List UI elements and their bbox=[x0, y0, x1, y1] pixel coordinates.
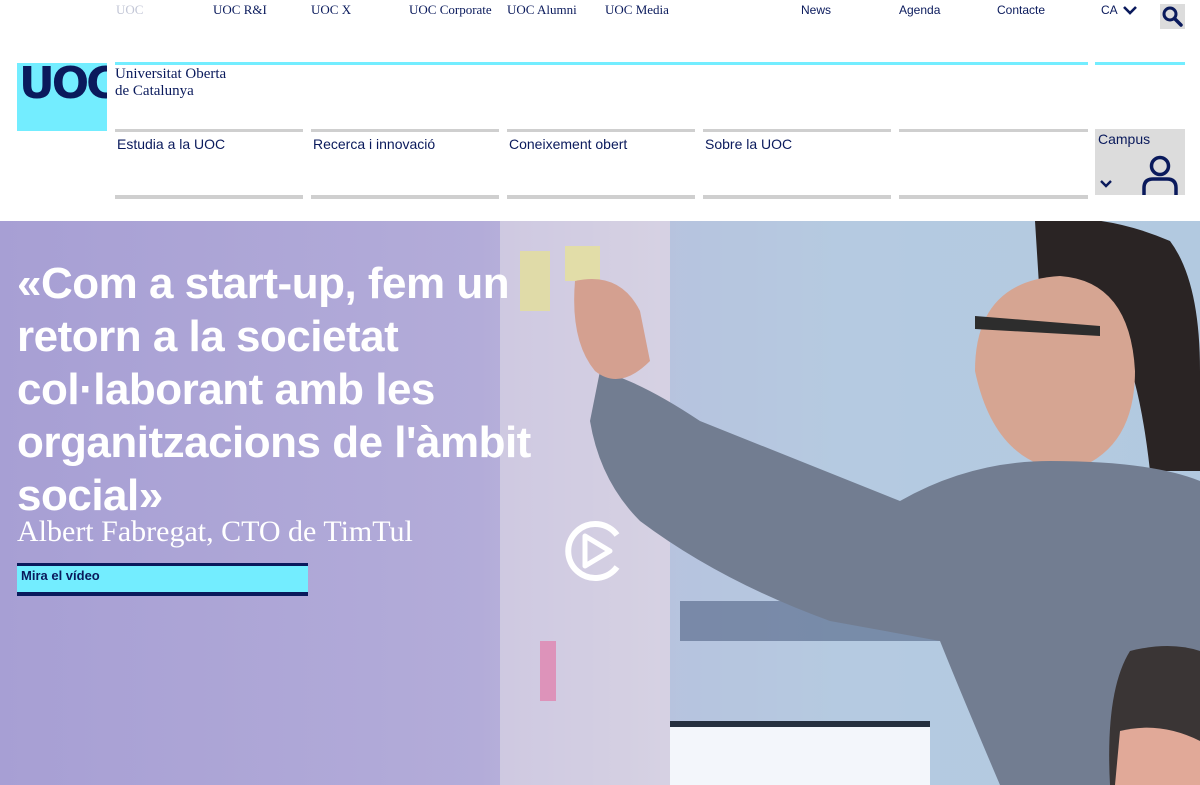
top-link-uoc[interactable]: UOC bbox=[116, 2, 143, 18]
search-icon bbox=[1162, 6, 1183, 27]
chevron-down-icon bbox=[1100, 180, 1112, 188]
top-link-uoc-alumni[interactable]: UOC Alumni bbox=[507, 2, 577, 18]
nav-tab-label: Recerca i innovació bbox=[313, 136, 436, 152]
top-link-news[interactable]: News bbox=[801, 3, 831, 17]
nav-tab-label: Sobre la UOC bbox=[705, 136, 793, 152]
hero-author: Albert Fabregat, CTO de TimTul bbox=[17, 515, 413, 548]
hero-quote: «Com a start-up, fem un retorn a la soci… bbox=[17, 259, 531, 520]
campus-label: Campus bbox=[1098, 131, 1151, 147]
top-link-uoc-media[interactable]: UOC Media bbox=[605, 2, 669, 18]
nav-tab-label: Estudia a la UOC bbox=[117, 136, 226, 152]
language-label: CA bbox=[1101, 3, 1118, 17]
university-name: Universitat Oberta de Catalunya bbox=[115, 66, 226, 100]
nav-tab-coneixement[interactable]: Coneixement obert bbox=[507, 129, 695, 199]
watch-video-button[interactable]: Mira el vídeo bbox=[17, 563, 308, 596]
top-link-contacte[interactable]: Contacte bbox=[997, 3, 1045, 17]
chevron-down-icon bbox=[1122, 6, 1137, 15]
top-link-uoc-corporate[interactable]: UOC Corporate bbox=[409, 2, 492, 18]
uoc-logo[interactable]: UOC bbox=[17, 63, 107, 131]
nav-tab-recerca[interactable]: Recerca i innovació bbox=[311, 129, 499, 199]
uoc-logo-mark: UOC bbox=[19, 63, 107, 109]
user-icon bbox=[1142, 155, 1178, 195]
campus-button[interactable]: Campus bbox=[1095, 129, 1185, 195]
header-accent-line-right bbox=[1095, 62, 1185, 65]
top-link-uoc-x[interactable]: UOC X bbox=[311, 2, 351, 18]
watch-video-label: Mira el vídeo bbox=[21, 568, 100, 583]
play-video-icon[interactable] bbox=[565, 519, 623, 583]
language-selector[interactable]: CA bbox=[1101, 3, 1137, 17]
nav-tab-estudia[interactable]: Estudia a la UOC bbox=[115, 129, 303, 199]
university-name-line2: de Catalunya bbox=[115, 83, 194, 99]
hero-banner: «Com a start-up, fem un retorn a la soci… bbox=[0, 221, 1200, 785]
top-link-agenda[interactable]: Agenda bbox=[899, 3, 940, 17]
nav-tab-label: Coneixement obert bbox=[509, 136, 628, 152]
svg-text:UOC: UOC bbox=[19, 63, 107, 109]
search-button[interactable] bbox=[1160, 4, 1185, 29]
university-name-line1: Universitat Oberta bbox=[115, 66, 227, 82]
header-accent-line bbox=[115, 62, 1088, 65]
nav-tab-empty bbox=[899, 129, 1088, 199]
top-link-uoc-ri[interactable]: UOC R&I bbox=[213, 2, 267, 18]
nav-tab-sobre[interactable]: Sobre la UOC bbox=[703, 129, 891, 199]
